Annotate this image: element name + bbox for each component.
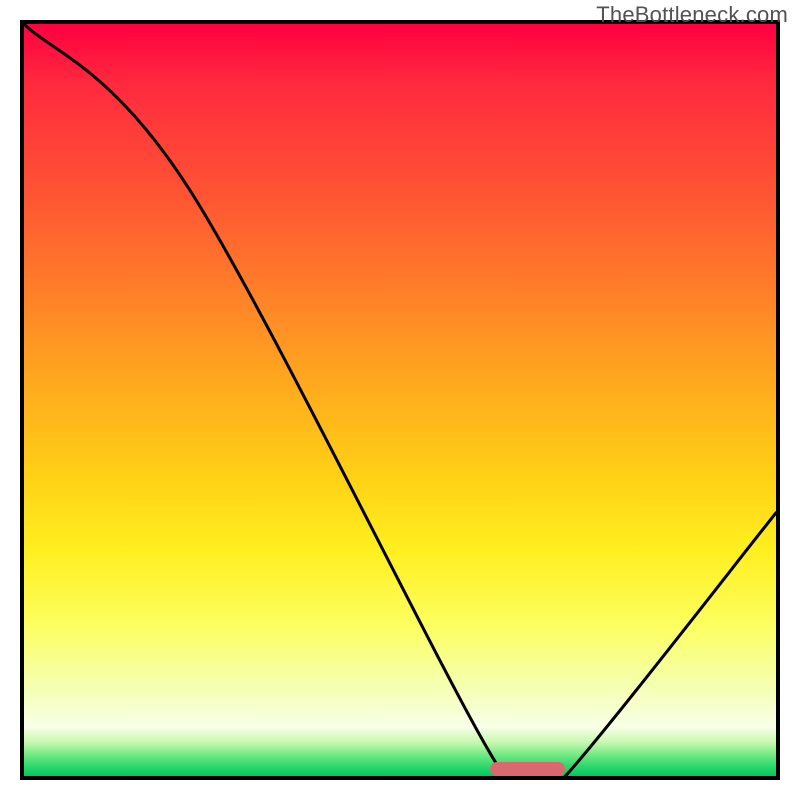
bottleneck-curve	[24, 24, 776, 776]
chart-root: TheBottleneck.com	[0, 0, 800, 800]
curve-layer	[24, 24, 776, 776]
watermark-text: TheBottleneck.com	[596, 2, 788, 28]
plot-frame	[20, 20, 780, 780]
optimal-marker	[490, 762, 565, 776]
